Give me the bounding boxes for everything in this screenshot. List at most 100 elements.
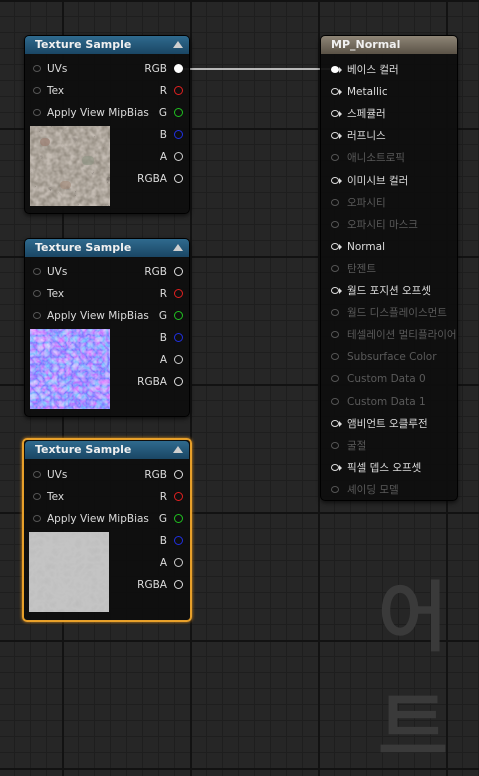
output-b[interactable]: B <box>123 530 183 552</box>
material-pin-row[interactable]: 픽셀 뎁스 오프셋 <box>331 457 421 479</box>
material-pin-row[interactable]: Subsurface Color <box>331 346 437 368</box>
node-header[interactable]: Texture Sample <box>25 239 189 257</box>
output-b[interactable]: B <box>123 124 183 146</box>
material-pin-row[interactable]: 스페큘러 <box>331 103 386 125</box>
input-pin-icon[interactable] <box>331 88 339 96</box>
input-pin-icon[interactable] <box>33 312 41 319</box>
material-pin-row[interactable]: Normal <box>331 236 385 258</box>
input-tex[interactable]: Tex <box>33 80 64 102</box>
input-pin-icon[interactable] <box>33 515 41 522</box>
node-header[interactable]: Texture Sample <box>25 441 189 459</box>
output-rgb[interactable]: RGB <box>123 58 183 80</box>
input-pin-icon[interactable] <box>331 353 339 361</box>
output-pin-icon[interactable] <box>174 152 183 161</box>
output-rgba[interactable]: RGBA <box>123 371 183 393</box>
output-r[interactable]: R <box>123 283 183 305</box>
material-pin-row[interactable]: 월드 포지션 오프셋 <box>331 280 431 302</box>
output-pin-icon[interactable] <box>174 333 183 342</box>
input-pin-icon[interactable] <box>331 397 339 405</box>
output-rgba[interactable]: RGBA <box>123 168 183 190</box>
input-uvs[interactable]: UVs <box>33 464 67 486</box>
input-uvs[interactable]: UVs <box>33 58 67 80</box>
output-b[interactable]: B <box>123 327 183 349</box>
material-pin-row[interactable]: 월드 디스플레이스먼트 <box>331 302 447 324</box>
input-pin-icon[interactable] <box>331 463 339 471</box>
material-pin-row[interactable]: 오파시티 마스크 <box>331 214 418 236</box>
input-tex[interactable]: Tex <box>33 283 64 305</box>
output-pin-icon[interactable] <box>174 514 183 523</box>
material-pin-row[interactable]: 탄젠트 <box>331 258 376 280</box>
input-pin-icon[interactable] <box>33 87 41 94</box>
material-pin-row[interactable]: 오파시티 <box>331 192 386 214</box>
input-pin-icon[interactable] <box>33 65 41 72</box>
input-pin-icon[interactable] <box>33 290 41 297</box>
output-g[interactable]: G <box>123 305 183 327</box>
input-pin-icon[interactable] <box>33 109 41 116</box>
output-pin-icon[interactable] <box>174 355 183 364</box>
output-pin-icon[interactable] <box>174 536 183 545</box>
input-pin-icon[interactable] <box>331 309 339 317</box>
texture-sample-node-2[interactable]: Texture Sample UVs Tex Apply View MipBia… <box>24 238 190 417</box>
input-pin-icon[interactable] <box>331 198 339 206</box>
input-pin-icon[interactable] <box>331 132 339 140</box>
input-pin-icon[interactable] <box>331 331 339 339</box>
input-pin-icon[interactable] <box>331 441 339 449</box>
input-pin-icon[interactable] <box>331 375 339 383</box>
material-pin-row[interactable]: Custom Data 0 <box>331 368 426 390</box>
input-pin-icon[interactable] <box>33 493 41 500</box>
input-pin-icon[interactable] <box>331 154 339 162</box>
input-pin-icon[interactable] <box>33 268 41 275</box>
input-pin-icon[interactable] <box>33 471 41 478</box>
input-pin-icon[interactable] <box>331 176 339 184</box>
output-rgb[interactable]: RGB <box>123 261 183 283</box>
input-pin-icon[interactable] <box>331 220 339 228</box>
material-result-node[interactable]: MP_Normal 베이스 컬러 Metallic 스페큘러 러프니스 애니소트로픽 이미… <box>320 35 458 501</box>
material-pin-row[interactable]: 셰이딩 모델 <box>331 479 399 501</box>
input-uvs[interactable]: UVs <box>33 261 67 283</box>
material-pin-row[interactable]: 러프니스 <box>331 125 386 147</box>
material-pin-row[interactable]: 애니소트로픽 <box>331 147 405 169</box>
material-pin-row[interactable]: 테셀레이션 멀티플라이어 <box>331 324 457 346</box>
node-header[interactable]: Texture Sample <box>25 36 189 54</box>
output-pin-icon[interactable] <box>174 580 183 589</box>
output-pin-icon[interactable] <box>174 558 183 567</box>
material-pin-row[interactable]: 베이스 컬러 <box>331 59 399 81</box>
output-pin-icon[interactable] <box>174 377 183 386</box>
output-pin-icon[interactable] <box>174 289 183 298</box>
output-r[interactable]: R <box>123 486 183 508</box>
material-pin-row[interactable]: Metallic <box>331 81 388 103</box>
material-pin-row[interactable]: 굴절 <box>331 435 366 457</box>
output-rgb[interactable]: RGB <box>123 464 183 486</box>
output-pin-icon[interactable] <box>174 492 183 501</box>
output-rgba[interactable]: RGBA <box>123 574 183 596</box>
input-pin-icon[interactable] <box>331 264 339 272</box>
collapse-icon[interactable] <box>173 244 183 251</box>
output-pin-icon[interactable] <box>174 267 183 276</box>
output-pin-icon[interactable] <box>174 108 183 117</box>
output-pin-icon[interactable] <box>174 86 183 95</box>
material-pin-row[interactable]: 앰비언트 오클루전 <box>331 413 428 435</box>
material-pin-row[interactable]: 이미시브 컬러 <box>331 170 408 192</box>
input-pin-icon[interactable] <box>331 419 339 427</box>
output-pin-icon[interactable] <box>174 311 183 320</box>
output-a[interactable]: A <box>123 552 183 574</box>
input-pin-icon[interactable] <box>331 287 339 294</box>
texture-sample-node-3[interactable]: Texture Sample UVs Tex Apply View MipBia… <box>22 438 192 622</box>
output-a[interactable]: A <box>123 349 183 371</box>
output-pin-icon[interactable] <box>174 470 183 479</box>
output-g[interactable]: G <box>123 508 183 530</box>
input-pin-icon[interactable] <box>331 242 339 250</box>
input-pin-icon[interactable] <box>331 110 339 118</box>
material-pin-row[interactable]: Custom Data 1 <box>331 391 426 413</box>
texture-sample-node-1[interactable]: Texture Sample UVs Tex Apply View MipBia… <box>24 35 190 214</box>
input-tex[interactable]: Tex <box>33 486 64 508</box>
output-pin-icon[interactable] <box>174 130 183 139</box>
material-node-header[interactable]: MP_Normal <box>321 36 457 54</box>
output-g[interactable]: G <box>123 102 183 124</box>
output-pin-icon[interactable] <box>174 174 183 183</box>
input-pin-icon[interactable] <box>331 66 339 73</box>
output-r[interactable]: R <box>123 80 183 102</box>
input-pin-icon[interactable] <box>331 485 339 493</box>
output-a[interactable]: A <box>123 146 183 168</box>
collapse-icon[interactable] <box>173 41 183 48</box>
